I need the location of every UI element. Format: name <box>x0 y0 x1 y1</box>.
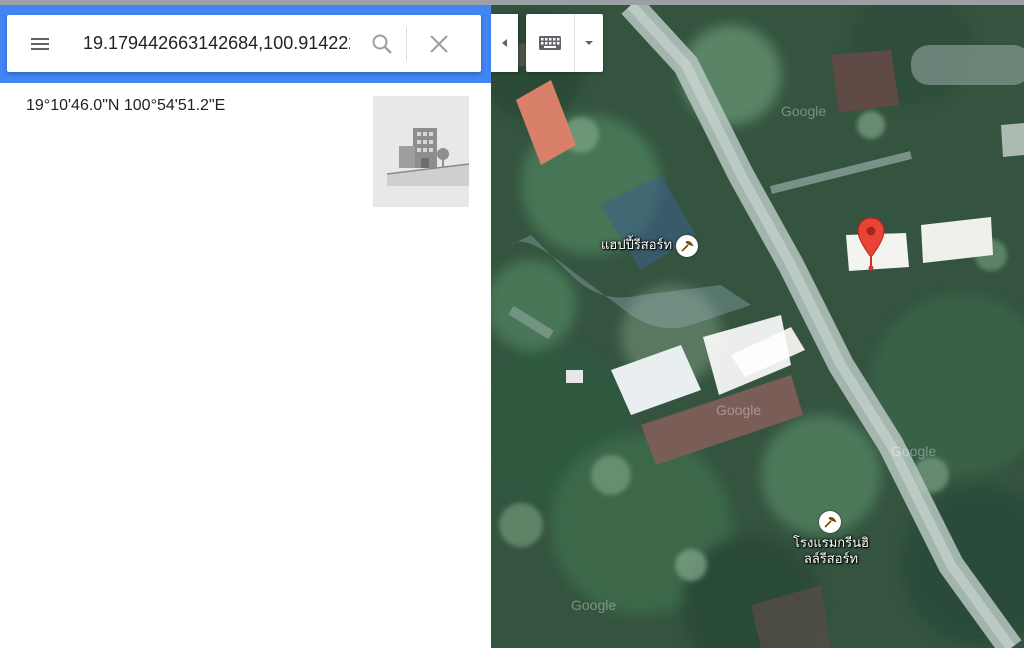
satellite-imagery <box>491 5 1024 648</box>
clear-search-button[interactable] <box>407 15 471 72</box>
keyboard-button[interactable] <box>526 14 574 72</box>
map-pin-icon[interactable] <box>857 217 885 271</box>
poi-label-green-hill-resort[interactable]: โรงแรมกรีนฮิ ลล์รีสอร์ท <box>771 535 891 567</box>
close-icon <box>430 34 448 53</box>
hotel-pick-icon[interactable] <box>819 511 841 533</box>
google-watermark: Google <box>891 443 937 459</box>
menu-button[interactable] <box>7 15 73 72</box>
keyboard-icon <box>539 36 561 50</box>
poi-label-line: โรงแรมกรีนฮิ <box>793 535 869 550</box>
collapse-panel-button[interactable] <box>491 14 518 72</box>
chevron-left-icon <box>501 39 507 47</box>
poi-label-line: ลล์รีสอร์ท <box>803 551 859 566</box>
building-placeholder-icon <box>373 96 469 207</box>
search-box <box>7 15 481 72</box>
caret-down-icon <box>585 41 593 45</box>
poi-label-happy-resort[interactable]: แฮปปี้รีสอร์ท <box>601 237 672 253</box>
input-tools-dropdown[interactable] <box>575 14 603 72</box>
search-input[interactable] <box>73 23 358 64</box>
satellite-map[interactable]: Google Google Google Google แฮปปี้รีสอร์… <box>491 5 1024 648</box>
coordinates-text: 19°10'46.0"N 100°54'51.2"E <box>26 97 226 114</box>
hamburger-menu-icon <box>31 37 49 50</box>
place-thumbnail[interactable] <box>373 96 469 207</box>
search-icon <box>372 34 392 54</box>
search-header <box>0 5 491 83</box>
google-watermark: Google <box>716 402 762 418</box>
input-tools-button[interactable] <box>526 14 603 72</box>
side-panel: 19°10'46.0"N 100°54'51.2"E <box>0 5 491 648</box>
google-watermark: Google <box>781 103 827 119</box>
google-watermark: Google <box>571 597 617 613</box>
search-button[interactable] <box>358 15 406 72</box>
hotel-pick-icon[interactable] <box>676 235 698 257</box>
